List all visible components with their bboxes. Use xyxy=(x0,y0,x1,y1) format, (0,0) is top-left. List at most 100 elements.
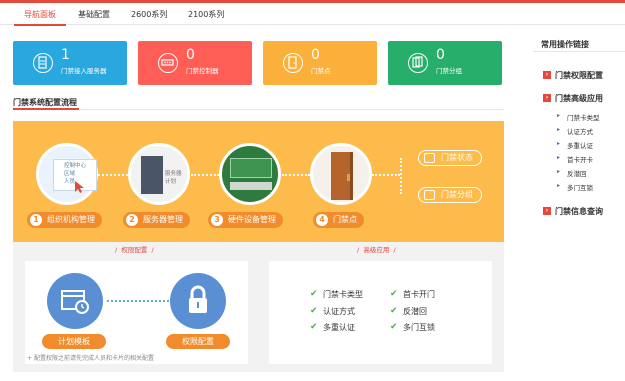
plan-template-button[interactable]: 计划模板 xyxy=(42,334,106,349)
bullet-icon: ▸ xyxy=(557,154,561,161)
sidebar-subitem[interactable]: ▸ 多门互锁 xyxy=(557,182,593,192)
tab-2100-series[interactable]: 2100系列 xyxy=(188,9,224,20)
sidebar-subitem[interactable]: ▸ 认证方式 xyxy=(557,126,593,136)
sidebar-item-permission-config[interactable]: › 门禁权限配置 xyxy=(543,70,603,81)
hardware-illustration[interactable] xyxy=(219,143,281,205)
org-management-illustration[interactable]: 控制中心 区域 人员 xyxy=(36,143,98,205)
door-status-icon xyxy=(424,153,435,163)
active-tab-indicator xyxy=(14,24,66,26)
plan-template-illustration[interactable] xyxy=(47,273,103,329)
card-controller[interactable]: 0 门禁控制器 xyxy=(138,41,252,85)
door-point-illustration[interactable] xyxy=(310,143,372,205)
flow-connector xyxy=(98,174,128,176)
sidebar-subitem-label: 多重认证 xyxy=(567,142,593,150)
permission-connector xyxy=(107,300,169,302)
card-value: 0 xyxy=(436,47,445,63)
top-navigation: 导航面板 基础配置 2600系列 2100系列 xyxy=(0,3,625,26)
server-screen-line: 计划 xyxy=(165,179,177,185)
step-door-point[interactable]: 4 门禁点 xyxy=(313,212,364,228)
card-value: 0 xyxy=(186,47,195,63)
step-server-management[interactable]: 2 服务器管理 xyxy=(123,212,190,228)
check-icon: ✔ xyxy=(310,322,318,332)
advanced-item-label: 多重认证 xyxy=(323,323,355,332)
advanced-item[interactable]: ✔ 多门互锁 xyxy=(390,322,435,333)
card-access-server[interactable]: 1 门禁接入服务器 xyxy=(13,41,127,85)
permission-note: + 配置权限之前请先完成人员和卡片的相关配置 xyxy=(27,355,154,362)
sidebar-title: 常用操作链接 xyxy=(541,40,589,49)
card-value: 1 xyxy=(61,47,70,63)
sidebar-item-info-query[interactable]: › 门禁信息查询 xyxy=(543,206,603,217)
bullet-icon: ▸ xyxy=(557,112,561,119)
tab-2600-series[interactable]: 2600系列 xyxy=(131,9,167,20)
step-org-management[interactable]: 1 组织机构管理 xyxy=(27,212,102,228)
advanced-item[interactable]: ✔ 首卡开门 xyxy=(390,289,435,300)
org-screen-line: 区域 xyxy=(64,171,76,177)
sidebar-subitem-label: 反潜回 xyxy=(567,170,587,178)
sidebar-item-label: 门禁权限配置 xyxy=(555,71,603,80)
sidebar-subitem-label: 首卡开卡 xyxy=(567,156,593,164)
server-rack xyxy=(141,156,163,194)
step-number: 1 xyxy=(30,214,42,226)
flow-connector xyxy=(191,174,219,176)
flow-connector xyxy=(282,174,310,176)
option-label: 门禁状态 xyxy=(441,153,473,162)
advanced-item[interactable]: ✔ 反潜回 xyxy=(390,306,427,317)
server-screen: 服务器 计划 xyxy=(165,170,182,186)
section-divider xyxy=(13,109,504,110)
check-icon: ✔ xyxy=(390,306,398,316)
permission-note-text: 配置权限之前请先完成人员和卡片的相关配置 xyxy=(33,355,154,362)
bullet-icon: ▸ xyxy=(557,126,561,133)
section-title: 门禁系统配置流程 xyxy=(13,98,77,107)
sidebar-subitem[interactable]: ▸ 门禁卡类型 xyxy=(557,112,600,122)
bullet-icon: ▸ xyxy=(557,140,561,147)
server-management-illustration[interactable]: 服务器 计划 xyxy=(128,143,190,205)
advanced-item-label: 认证方式 xyxy=(323,307,355,316)
advanced-item-label: 首卡开门 xyxy=(403,290,435,299)
advanced-item[interactable]: ✔ 门禁卡类型 xyxy=(310,289,363,300)
check-icon: ✔ xyxy=(310,306,318,316)
door-handle xyxy=(347,174,350,181)
card-door-point[interactable]: 0 门禁点 xyxy=(263,41,377,85)
chevron-right-icon: › xyxy=(543,207,551,215)
sidebar-subitem[interactable]: ▸ 反潜回 xyxy=(557,168,587,178)
advanced-item-label: 反潜回 xyxy=(403,307,427,316)
check-icon: ✔ xyxy=(390,289,398,299)
terminal-block xyxy=(230,182,272,190)
step-hardware-management[interactable]: 3 硬件设备管理 xyxy=(208,212,283,228)
advanced-item[interactable]: ✔ 多重认证 xyxy=(310,322,355,333)
step-label: 服务器管理 xyxy=(143,215,183,224)
permission-config-button[interactable]: 权限配置 xyxy=(166,334,230,349)
card-door-group[interactable]: 0 门禁分组 xyxy=(388,41,502,85)
tab-nav-panel[interactable]: 导航面板 xyxy=(24,9,56,20)
sidebar-item-advanced-app[interactable]: › 门禁高级应用 xyxy=(543,93,603,104)
step-number: 2 xyxy=(126,214,138,226)
bullet-icon: ▸ xyxy=(557,168,561,175)
sidebar-divider xyxy=(533,51,625,52)
sidebar-item-label: 门禁高级应用 xyxy=(555,94,603,103)
controller-icon xyxy=(158,53,178,73)
advanced-panel xyxy=(269,261,492,364)
sidebar-subitem[interactable]: ▸ 多重认证 xyxy=(557,140,593,150)
flow-branch-line xyxy=(400,158,402,194)
tab-basic-config[interactable]: 基础配置 xyxy=(78,9,110,20)
advanced-title-text: 高级应用 xyxy=(363,246,390,254)
step-label: 硬件设备管理 xyxy=(228,215,276,224)
door-group-icon xyxy=(424,190,435,200)
lock-icon xyxy=(189,285,207,313)
sidebar-subitem-label: 多门互锁 xyxy=(567,184,593,192)
check-icon: ✔ xyxy=(390,322,398,332)
card-label: 门禁控制器 xyxy=(186,67,219,75)
door-group-option[interactable]: 门禁分组 xyxy=(418,187,482,203)
section-title-underline xyxy=(13,108,79,110)
group-icon xyxy=(408,53,428,73)
advanced-item-label: 多门互锁 xyxy=(403,323,435,332)
sidebar-subitem[interactable]: ▸ 首卡开卡 xyxy=(557,154,593,164)
advanced-item[interactable]: ✔ 认证方式 xyxy=(310,306,355,317)
door-status-option[interactable]: 门禁状态 xyxy=(418,150,482,166)
step-label: 门禁点 xyxy=(333,215,357,224)
permission-config-illustration[interactable] xyxy=(170,273,226,329)
step-number: 3 xyxy=(211,214,223,226)
check-icon: ✔ xyxy=(310,289,318,299)
sidebar-item-label: 门禁信息查询 xyxy=(555,207,603,216)
org-screen-line: 控制中心 xyxy=(64,163,87,169)
